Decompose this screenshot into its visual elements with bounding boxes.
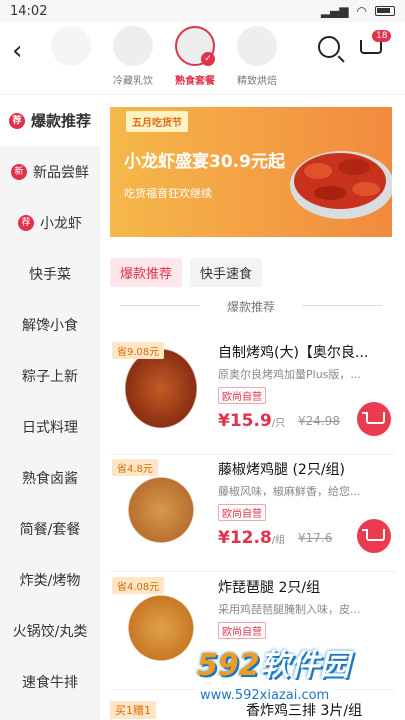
product-image[interactable] — [116, 348, 206, 438]
original-price: ¥24.98 — [298, 414, 340, 428]
category-label: 冷藏乳饮 — [113, 76, 153, 87]
add-to-cart-icon[interactable] — [357, 402, 391, 436]
sidebar-item-snacks[interactable]: 解馋小食 — [0, 299, 100, 350]
category-item-dairy[interactable]: 冷藏乳饮 — [108, 26, 158, 92]
crayfish-image — [290, 151, 392, 219]
category-image — [237, 26, 277, 66]
check-icon: ✓ — [201, 52, 215, 66]
category-edge-left[interactable] — [46, 26, 96, 92]
add-to-cart-icon[interactable] — [357, 519, 391, 553]
sidebar-item-label: 小龙虾 — [40, 215, 82, 232]
category-label: 精致烘焙 — [237, 76, 277, 87]
banner-subtitle: 吃货福音狂欢继续 — [124, 187, 212, 200]
product-desc: 原奥尔良烤鸡加量Plus版，... — [218, 368, 361, 381]
back-icon[interactable]: ‹ — [12, 36, 22, 66]
new-tag: 新 — [11, 163, 27, 180]
sidebar-item-meals[interactable]: 简餐/套餐 — [0, 503, 100, 554]
sidebar-item-braised[interactable]: 熟食卤酱 — [0, 452, 100, 503]
cart-badge: 18 — [372, 30, 392, 42]
shop-tag: 欧尚自营 — [218, 504, 266, 521]
search-icon[interactable] — [318, 36, 340, 58]
sidebar-item-label: 新品尝鲜 — [33, 164, 89, 181]
save-badge: 省4.08元 — [112, 577, 165, 594]
save-badge: 省9.08元 — [112, 342, 165, 359]
sidebar-item-label: 粽子上新 — [22, 368, 78, 385]
site-watermark: 592软件园 www.592xiazai.com — [197, 640, 397, 718]
sidebar-item-label: 快手菜 — [29, 266, 71, 283]
banner-tag: 五月吃货节 — [126, 111, 188, 132]
promo-badge: 买1赠1 — [110, 701, 156, 719]
tab-bar: 爆款推荐 快手速食 — [110, 258, 263, 287]
sidebar-item-label: 解馋小食 — [22, 317, 78, 334]
product-list-panel: 五月吃货节 小龙虾盛宴30.9元起 吃货福音狂欢继续 爆款推荐 快手速食 爆款推… — [100, 95, 405, 720]
sidebar-item-hotpot[interactable]: 火锅饺/丸类 — [0, 605, 100, 656]
wifi-icon: ◠ — [356, 4, 367, 18]
sidebar-item-label: 日式料理 — [22, 419, 78, 436]
sidebar-item-label: 简餐/套餐 — [19, 521, 81, 538]
product-name[interactable]: 炸琵琶腿 2只/组 — [218, 577, 393, 597]
save-badge: 省4.8元 — [112, 459, 158, 476]
category-image: ✓ — [175, 26, 215, 66]
tab-hot[interactable]: 爆款推荐 — [110, 258, 183, 287]
product-image[interactable] — [116, 465, 206, 555]
sidebar-item-label: 炸类/烤物 — [19, 572, 81, 589]
cart-icon[interactable]: 18 — [358, 30, 392, 60]
sidebar-item-crayfish[interactable]: 荐小龙虾 — [0, 197, 100, 248]
original-price: ¥17.6 — [298, 531, 333, 545]
product-desc: 采用鸡琵琶腿腌制入味，皮... — [218, 603, 361, 616]
sidebar-item-hot[interactable]: 荐爆款推荐 — [0, 95, 100, 146]
recommend-tag: 荐 — [8, 112, 25, 129]
product-name[interactable]: 自制烤鸡(大)【奥尔良... — [218, 342, 393, 362]
watermark-url: www.592xiazai.com — [197, 688, 333, 703]
product-image[interactable] — [116, 583, 206, 673]
battery-icon — [375, 6, 395, 16]
shop-tag: 欧尚自营 — [218, 387, 266, 404]
shop-tag: 欧尚自营 — [218, 622, 266, 639]
sidebar-item-label: 熟食卤酱 — [22, 470, 78, 487]
sidebar-item-quick[interactable]: 快手菜 — [0, 248, 100, 299]
status-bar: 14:02 ▂▄▆ ◠ — [0, 0, 405, 22]
recommend-tag: 荐 — [18, 214, 34, 231]
status-time: 14:02 — [10, 3, 48, 19]
product-price: ¥15.9/只 — [218, 411, 286, 431]
product-desc: 藤椒风味，椒麻鲜香，给您... — [218, 485, 361, 498]
category-item-bakery[interactable]: 精致烘焙 — [232, 26, 282, 92]
product-card[interactable]: 省4.8元 藤椒烤鸡腿 (2只/组) 藤椒风味，椒麻鲜香，给您... 欧尚自营 … — [110, 457, 395, 572]
sidebar-item-steak[interactable]: 速食牛排 — [0, 656, 100, 707]
top-nav: ‹ 冷藏乳饮 ✓ 熟食套餐 精致烘焙 18 — [0, 22, 405, 95]
watermark-logo: 592软件园 — [197, 648, 350, 683]
sidebar-item-label: 爆款推荐 — [30, 112, 91, 130]
sidebar-item-label: 火锅饺/丸类 — [12, 623, 88, 640]
promo-banner[interactable]: 五月吃货节 小龙虾盛宴30.9元起 吃货福音狂欢继续 — [110, 107, 392, 237]
status-icons: ▂▄▆ ◠ — [321, 4, 395, 18]
section-title: 爆款推荐 — [110, 298, 392, 315]
category-item-deli[interactable]: ✓ 熟食套餐 — [170, 26, 220, 92]
signal-icon: ▂▄▆ — [320, 4, 349, 18]
sidebar-item-japanese[interactable]: 日式料理 — [0, 401, 100, 452]
category-strip: 冷藏乳饮 ✓ 熟食套餐 精致烘焙 — [46, 26, 296, 92]
product-price: ¥12.8/组 — [218, 528, 286, 548]
tab-quick[interactable]: 快手速食 — [190, 258, 263, 287]
sidebar-item-new[interactable]: 新新品尝鲜 — [0, 146, 100, 197]
product-card[interactable]: 省9.08元 自制烤鸡(大)【奥尔良... 原奥尔良烤鸡加量Plus版，... … — [110, 340, 395, 455]
sidebar-item-fried[interactable]: 炸类/烤物 — [0, 554, 100, 605]
category-sidebar: 荐爆款推荐 新新品尝鲜 荐小龙虾 快手菜 解馋小食 粽子上新 日式料理 熟食卤酱… — [0, 95, 100, 720]
sidebar-item-label: 速食牛排 — [22, 674, 78, 691]
category-label: 熟食套餐 — [175, 76, 215, 87]
category-image — [113, 26, 153, 66]
sidebar-item-zongzi[interactable]: 粽子上新 — [0, 350, 100, 401]
banner-title: 小龙虾盛宴30.9元起 — [124, 152, 285, 172]
product-name[interactable]: 藤椒烤鸡腿 (2只/组) — [218, 459, 393, 479]
